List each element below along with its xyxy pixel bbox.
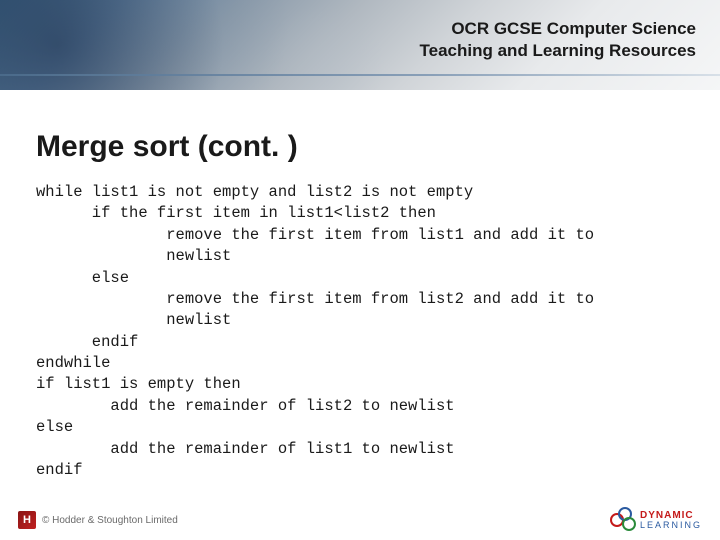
slide-header: OCR GCSE Computer Science Teaching and L… xyxy=(0,0,720,90)
header-line-2: Teaching and Learning Resources xyxy=(420,40,696,62)
brand-line-2: LEARNING xyxy=(640,521,702,530)
slide-title: Merge sort (cont. ) xyxy=(36,130,684,164)
hodder-logo-icon xyxy=(18,511,36,529)
brand-line-1: DYNAMIC xyxy=(640,511,702,521)
brand-text: DYNAMIC LEARNING xyxy=(640,511,702,530)
header-title-block: OCR GCSE Computer Science Teaching and L… xyxy=(420,18,696,62)
slide-body: Merge sort (cont. ) while list1 is not e… xyxy=(0,90,720,481)
dynamic-learning-rings-icon xyxy=(610,507,636,533)
header-line-1: OCR GCSE Computer Science xyxy=(420,18,696,40)
pseudocode-block: while list1 is not empty and list2 is no… xyxy=(36,182,684,481)
copyright-text: © Hodder & Stoughton Limited xyxy=(42,515,178,526)
header-divider xyxy=(0,74,720,76)
brand-block: DYNAMIC LEARNING xyxy=(610,507,702,533)
publisher-credit: © Hodder & Stoughton Limited xyxy=(18,511,178,529)
slide-footer: © Hodder & Stoughton Limited DYNAMIC LEA… xyxy=(0,506,720,540)
